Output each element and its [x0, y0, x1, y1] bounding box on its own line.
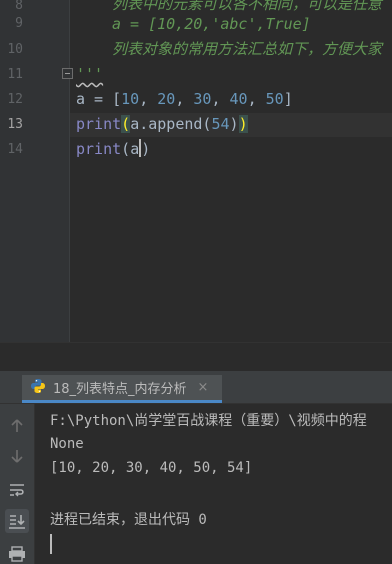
paren-close: ): [141, 140, 151, 158]
code-line-13: print(a.append(54)): [76, 114, 248, 134]
tab-label: 18_列表特点_内存分析: [53, 382, 187, 397]
number-literal: 10: [121, 90, 140, 108]
console-line-exit: 进程已结束，退出代码 0: [50, 512, 207, 528]
close-icon[interactable]: ×: [198, 380, 209, 395]
comma: ,: [247, 90, 266, 108]
soft-wrap-icon[interactable]: [5, 478, 29, 502]
paren-open-matched: (: [121, 115, 131, 133]
comma: ,: [175, 90, 194, 108]
console-line-none: None: [50, 436, 84, 452]
list-close: ]: [283, 90, 293, 108]
code-line-11: ''': [76, 64, 103, 84]
code-line-12: a = [10, 20, 30, 40, 50]: [76, 89, 293, 109]
line-number-9: 9: [15, 16, 23, 31]
code-line-9: a = [10,20,'abc',True]: [112, 15, 311, 33]
code-editor[interactable]: 8 9 10 11 12 13 14 列表中的元素可以各不相同，可以是任意 a …: [0, 0, 392, 342]
code-line-14: print(a): [76, 139, 150, 159]
run-toolbar: [0, 404, 35, 564]
line-number-gutter: 8 9 10 11 12 13 14: [0, 0, 70, 342]
code-line-10: 列表对象的常用方法汇总如下，方便大家: [112, 40, 383, 58]
run-tool-window: F:\Python\尚学堂百战课程（重要）\视频中的程 None [10, 20…: [0, 404, 392, 564]
code-line-8: 列表中的元素可以各不相同，可以是任意: [112, 0, 383, 13]
python-icon: [30, 378, 46, 398]
console-caret: [50, 534, 52, 554]
tab-run-config[interactable]: 18_列表特点_内存分析 ×: [22, 375, 223, 403]
fold-collapse-icon[interactable]: [62, 68, 73, 79]
print-builtin: print: [76, 140, 122, 158]
append-call: a.append(: [130, 115, 212, 133]
scroll-to-end-icon[interactable]: [5, 509, 29, 533]
number-literal: 30: [193, 90, 212, 108]
docstring-end: ''': [76, 65, 104, 83]
number-literal: 20: [157, 90, 176, 108]
line-number-13: 13: [7, 117, 23, 132]
paren-close-matched: ): [238, 115, 248, 133]
arrow-down-icon[interactable]: [5, 444, 29, 468]
line-number-8: 8: [15, 0, 23, 13]
line-number-12: 12: [7, 92, 23, 107]
number-literal: 50: [265, 90, 284, 108]
paren-close: ): [229, 115, 239, 133]
line-number-11: 11: [7, 67, 23, 82]
number-literal: 40: [229, 90, 248, 108]
console-output[interactable]: F:\Python\尚学堂百战课程（重要）\视频中的程 None [10, 20…: [50, 404, 392, 564]
comma: ,: [139, 90, 158, 108]
print-icon[interactable]: [5, 542, 29, 564]
run-tool-window-header: 18_列表特点_内存分析 ×: [0, 370, 392, 404]
print-builtin: print: [76, 115, 122, 133]
comma: ,: [211, 90, 230, 108]
number-literal: 54: [211, 115, 230, 133]
line-number-14: 14: [7, 142, 23, 157]
list-assign: a = [: [76, 90, 122, 108]
console-line-command: F:\Python\尚学堂百战课程（重要）\视频中的程: [50, 413, 367, 429]
variable-a: a: [130, 140, 140, 158]
console-line-list: [10, 20, 30, 40, 50, 54]: [50, 460, 253, 476]
arrow-up-icon[interactable]: [5, 414, 29, 438]
panel-separator[interactable]: [0, 342, 392, 370]
line-number-10: 10: [7, 42, 23, 57]
paren-open: (: [121, 140, 131, 158]
